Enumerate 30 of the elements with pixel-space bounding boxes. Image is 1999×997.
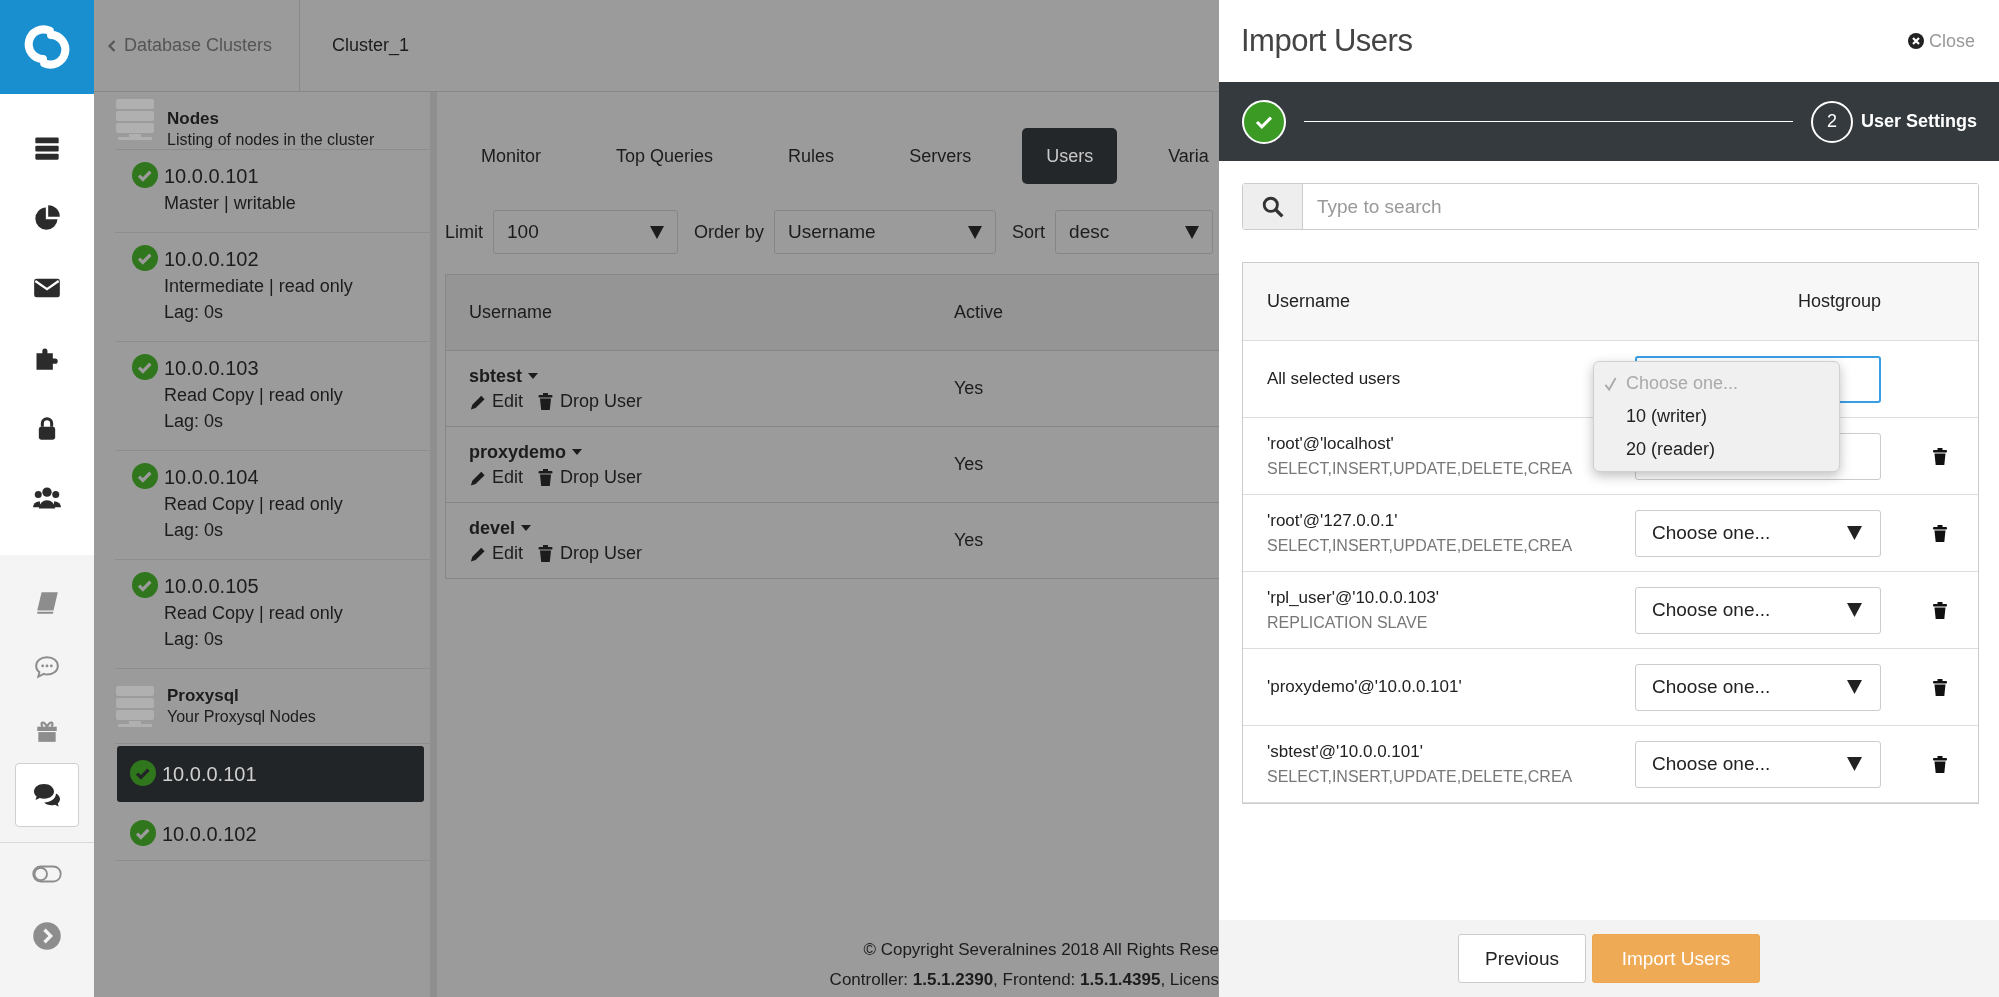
group-subtitle: Your Proxysql Nodes bbox=[167, 708, 316, 726]
column-header: Active bbox=[954, 302, 1004, 323]
filter-label: Limit bbox=[445, 221, 483, 243]
user-name: 'sbtest'@'10.0.0.101' bbox=[1267, 742, 1423, 762]
copyright-text: © Copyright Severalnines 2018 All Rights Rese bbox=[863, 939, 1219, 961]
user-name: 'rpl_user'@'10.0.0.103' bbox=[1267, 588, 1439, 608]
table-cell: Yes bbox=[954, 530, 984, 551]
user-name: 'proxydemo'@'10.0.0.101' bbox=[1267, 677, 1462, 697]
column-header: Hostgroup bbox=[1797, 291, 1881, 312]
user-name: All selected users bbox=[1267, 369, 1401, 389]
modal-title: Import Users bbox=[1241, 23, 1413, 59]
group-title: Proxysql bbox=[167, 686, 240, 706]
group-title: Nodes bbox=[167, 109, 220, 129]
group-subtitle: Listing of nodes in the cluster bbox=[167, 131, 375, 149]
user-name: 'root'@'localhost' bbox=[1267, 434, 1394, 454]
filter-label: Sort bbox=[1012, 221, 1046, 243]
user-name: 'root'@'127.0.0.1' bbox=[1267, 511, 1398, 531]
privileges-text: SELECT,INSERT,UPDATE,DELETE,CREA bbox=[1267, 537, 1573, 555]
column-header: Username bbox=[1267, 291, 1351, 312]
privileges-text: SELECT,INSERT,UPDATE,DELETE,CREA bbox=[1267, 768, 1573, 786]
table-cell: Yes bbox=[954, 378, 984, 399]
column-header: Username bbox=[468, 302, 554, 323]
table-cell: Yes bbox=[954, 454, 984, 475]
privileges-text: REPLICATION SLAVE bbox=[1267, 614, 1428, 632]
step-label: User Settings bbox=[1860, 111, 1977, 132]
step-number: 2 bbox=[1810, 100, 1853, 143]
version-text: Controller: 1.5.1.2390, Frontend: 1.5.1.4395, Licens bbox=[829, 969, 1219, 991]
cluster-title: Cluster_1 bbox=[331, 35, 410, 56]
privileges-text: SELECT,INSERT,UPDATE,DELETE,CREA bbox=[1267, 460, 1573, 478]
filter-label: Order by bbox=[694, 221, 765, 243]
